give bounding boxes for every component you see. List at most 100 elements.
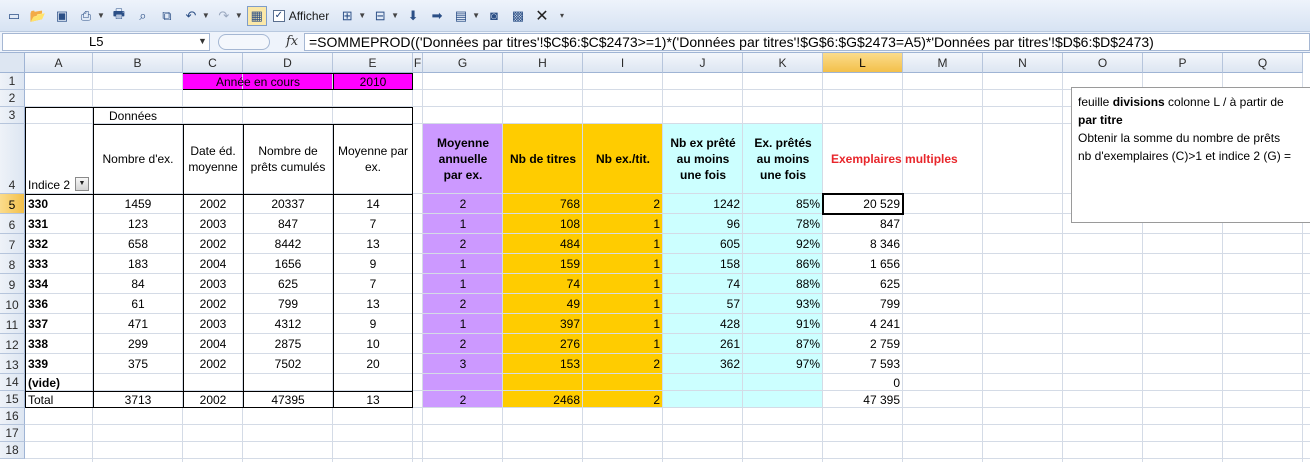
cell-k-10[interactable]: 93% bbox=[743, 294, 823, 314]
undo-icon[interactable]: ↶ bbox=[181, 6, 201, 26]
cell-e-13[interactable]: 20 bbox=[333, 354, 413, 374]
row-header-6[interactable]: 6 bbox=[0, 214, 25, 234]
open-icon[interactable]: 📂 bbox=[28, 6, 48, 26]
cell-h-8[interactable]: 159 bbox=[503, 254, 583, 274]
cell-k-6[interactable]: 78% bbox=[743, 214, 823, 234]
tool-a-icon[interactable]: ⊞ bbox=[337, 6, 357, 26]
cell-c-6[interactable]: 2003 bbox=[183, 214, 243, 234]
row-header-2[interactable]: 2 bbox=[0, 90, 25, 107]
cell-a-6[interactable]: 331 bbox=[25, 214, 93, 234]
cell-d-14[interactable] bbox=[243, 374, 333, 391]
chevron-down-icon[interactable]: ▼ bbox=[391, 11, 399, 20]
cell-g-11[interactable]: 1 bbox=[423, 314, 503, 334]
cell-k-14[interactable] bbox=[743, 374, 823, 391]
cell-l-15[interactable]: 47 395 bbox=[823, 391, 903, 408]
row-header-16[interactable]: 16 bbox=[0, 408, 25, 425]
cell-e-5[interactable]: 14 bbox=[333, 194, 413, 214]
header-moyenne-annuelle[interactable]: Moyenne annuelle par ex. bbox=[423, 124, 503, 194]
cell-i-5[interactable]: 2 bbox=[583, 194, 663, 214]
formula-bar-handle[interactable] bbox=[218, 34, 270, 50]
cell-i-10[interactable]: 1 bbox=[583, 294, 663, 314]
column-header-e[interactable]: E bbox=[333, 53, 413, 73]
cell-d-6[interactable]: 847 bbox=[243, 214, 333, 234]
cell-j-5[interactable]: 1242 bbox=[663, 194, 743, 214]
close-icon[interactable]: ✕ bbox=[532, 6, 552, 26]
tool-e-icon[interactable]: ▤ bbox=[451, 6, 471, 26]
cell-i-8[interactable]: 1 bbox=[583, 254, 663, 274]
cell-l-11[interactable]: 4 241 bbox=[823, 314, 903, 334]
cell-k-5[interactable]: 85% bbox=[743, 194, 823, 214]
cell-g-14[interactable] bbox=[423, 374, 503, 391]
column-header-n[interactable]: N bbox=[983, 53, 1063, 73]
chevron-down-icon[interactable]: ▼ bbox=[358, 11, 366, 20]
column-header-q[interactable]: Q bbox=[1223, 53, 1303, 73]
row-header-14[interactable]: 14 bbox=[0, 374, 25, 391]
cell-d-7[interactable]: 8442 bbox=[243, 234, 333, 254]
column-header-k[interactable]: K bbox=[743, 53, 823, 73]
cell-j-15[interactable] bbox=[663, 391, 743, 408]
redo-icon[interactable]: ↷ bbox=[214, 6, 234, 26]
cell-i-7[interactable]: 1 bbox=[583, 234, 663, 254]
column-header-b[interactable]: B bbox=[93, 53, 183, 73]
cell-d-10[interactable]: 799 bbox=[243, 294, 333, 314]
cell-d-11[interactable]: 4312 bbox=[243, 314, 333, 334]
cell-i-9[interactable]: 1 bbox=[583, 274, 663, 294]
cell-c-7[interactable]: 2002 bbox=[183, 234, 243, 254]
cell-a-5[interactable]: 330 bbox=[25, 194, 93, 214]
cell-e-14[interactable] bbox=[333, 374, 413, 391]
cell-e-11[interactable]: 9 bbox=[333, 314, 413, 334]
cell-h-11[interactable]: 397 bbox=[503, 314, 583, 334]
copy-icon[interactable]: ⧉ bbox=[157, 6, 177, 26]
formula-input[interactable]: =SOMMEPROD(('Données par titres'!$C$6:$C… bbox=[304, 33, 1310, 51]
row-header-7[interactable]: 7 bbox=[0, 234, 25, 254]
cell-e-8[interactable]: 9 bbox=[333, 254, 413, 274]
row-header-17[interactable]: 17 bbox=[0, 425, 25, 442]
cell-a-12[interactable]: 338 bbox=[25, 334, 93, 354]
row-header-4[interactable]: 4 bbox=[0, 124, 25, 194]
function-icon[interactable]: fx bbox=[286, 34, 298, 49]
chevron-down-icon[interactable]: ▼ bbox=[202, 11, 210, 20]
cell-b-9[interactable]: 84 bbox=[93, 274, 183, 294]
cell-g-8[interactable]: 1 bbox=[423, 254, 503, 274]
camera-icon[interactable]: ◙ bbox=[484, 6, 504, 26]
row-header-1[interactable]: 1 bbox=[0, 73, 25, 90]
header-date-ed[interactable]: Date éd. moyenne bbox=[183, 124, 243, 194]
row-header-13[interactable]: 13 bbox=[0, 354, 25, 374]
cell-d-9[interactable]: 625 bbox=[243, 274, 333, 294]
cell-b-10[interactable]: 61 bbox=[93, 294, 183, 314]
comment-box[interactable]: feuille divisions colonne L / à partir d… bbox=[1071, 87, 1310, 223]
column-header-p[interactable]: P bbox=[1143, 53, 1223, 73]
cell-k-13[interactable]: 97% bbox=[743, 354, 823, 374]
cell-c-10[interactable]: 2002 bbox=[183, 294, 243, 314]
cell-h-15[interactable]: 2468 bbox=[503, 391, 583, 408]
cell-e-15[interactable]: 13 bbox=[333, 391, 413, 408]
grid-icon[interactable]: ▦ bbox=[246, 5, 267, 26]
cell-a-15[interactable]: Total bbox=[25, 391, 93, 408]
cell-g-7[interactable]: 2 bbox=[423, 234, 503, 254]
cell-a-10[interactable]: 336 bbox=[25, 294, 93, 314]
column-header-j[interactable]: J bbox=[663, 53, 743, 73]
row-header-3[interactable]: 3 bbox=[0, 107, 25, 124]
year-value[interactable]: 2010 bbox=[333, 73, 413, 90]
column-header-o[interactable]: O bbox=[1063, 53, 1143, 73]
cell-h-6[interactable]: 108 bbox=[503, 214, 583, 234]
cell-l-8[interactable]: 1 656 bbox=[823, 254, 903, 274]
header-nb-ex-tit[interactable]: Nb ex./tit. bbox=[583, 124, 663, 194]
active-cell-selection[interactable] bbox=[822, 193, 904, 215]
cell-g-10[interactable]: 2 bbox=[423, 294, 503, 314]
header-nb-prets[interactable]: Nombre de prêts cumulés bbox=[243, 124, 333, 194]
cell-e-6[interactable]: 7 bbox=[333, 214, 413, 234]
column-header-d[interactable]: D bbox=[243, 53, 333, 73]
cell-l-13[interactable]: 7 593 bbox=[823, 354, 903, 374]
cell-d-15[interactable]: 47395 bbox=[243, 391, 333, 408]
cell-g-5[interactable]: 2 bbox=[423, 194, 503, 214]
cell-h-14[interactable] bbox=[503, 374, 583, 391]
cell-b-15[interactable]: 3713 bbox=[93, 391, 183, 408]
header-exemplaires-multiples[interactable]: Exemplaires multiples bbox=[823, 124, 983, 194]
row-header-10[interactable]: 10 bbox=[0, 294, 25, 314]
cell-j-6[interactable]: 96 bbox=[663, 214, 743, 234]
search-icon[interactable]: ⌕ bbox=[133, 6, 153, 26]
year-label[interactable]: Année en cours bbox=[183, 73, 333, 90]
cell-h-7[interactable]: 484 bbox=[503, 234, 583, 254]
tool-b-icon[interactable]: ⊟ bbox=[370, 6, 390, 26]
